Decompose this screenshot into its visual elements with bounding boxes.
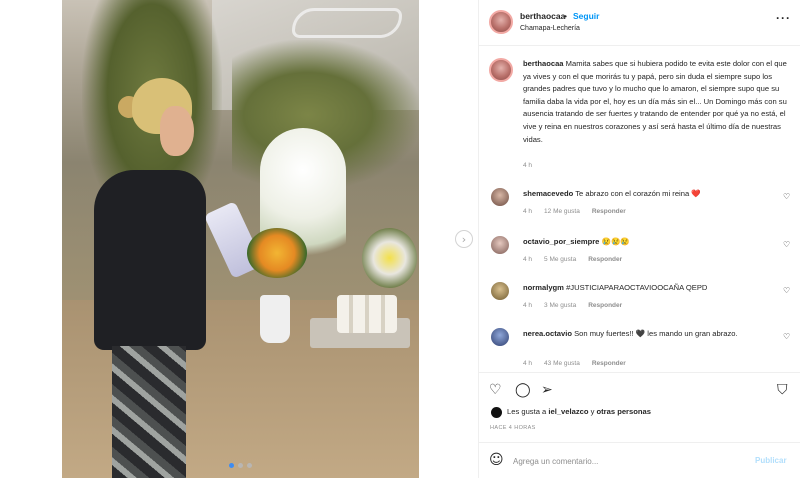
- smiley-icon[interactable]: ☺: [489, 452, 504, 468]
- photo-woman-torso: [94, 170, 206, 350]
- comment-username[interactable]: nerea.octavio: [523, 329, 572, 338]
- publish-button[interactable]: Publicar: [755, 456, 787, 465]
- comment-username[interactable]: normalygm: [523, 283, 564, 292]
- comment-body: shemacevedo Te abrazo con el corazón mi …: [523, 188, 773, 199]
- comment-time: 4 h: [523, 302, 533, 309]
- reply-button[interactable]: Responder: [588, 256, 622, 263]
- comment-text: #JUSTICIAPARAOCTAVIOOCAÑA QEPD: [566, 283, 708, 292]
- comment-time: 4 h: [523, 256, 533, 263]
- likes-summary: Les gusta a iel_velazco y otras personas: [489, 406, 789, 420]
- photo-candles: [337, 295, 397, 333]
- instagram-post: › berthaocaa • Seguir Chamapa-Lechería ·…: [0, 0, 800, 478]
- post-time: HACE 4 HORAS: [490, 425, 536, 431]
- likes-suffix: y: [588, 407, 597, 416]
- comment-time: 4 h: [523, 208, 533, 215]
- heart-icon[interactable]: ♡: [783, 286, 790, 295]
- comment: normalygm #JUSTICIAPARAOCTAVIOOCAÑA QEPD…: [479, 280, 800, 326]
- photo-woman: [82, 78, 212, 478]
- reply-button[interactable]: Responder: [592, 208, 626, 215]
- comment-meta: 4 h 3 Me gusta Responder: [523, 302, 622, 309]
- comment-text: 😢😢😢: [601, 237, 630, 246]
- likes-prefix: Les gusta a: [507, 407, 549, 416]
- comment-icon[interactable]: ◯: [515, 382, 531, 398]
- comment-likes[interactable]: 3 Me gusta: [544, 302, 576, 309]
- comment-likes[interactable]: 5 Me gusta: [544, 256, 576, 263]
- comment-body: octavio_por_siempre 😢😢😢: [523, 236, 773, 247]
- comment-text: Te abrazo con el corazón mi reina ❤️: [575, 189, 701, 198]
- reply-button[interactable]: Responder: [588, 302, 622, 309]
- likes-text[interactable]: Les gusta a iel_velazco y otras personas: [507, 407, 651, 416]
- caption-text: berthaocaa Mamita sabes que si hubiera p…: [523, 58, 793, 146]
- liker-avatar[interactable]: [491, 407, 502, 418]
- comment-body: nerea.octavio Son muy fuertes!! 🖤 les ma…: [523, 328, 773, 339]
- comment-avatar[interactable]: [491, 328, 509, 346]
- post-header: berthaocaa • Seguir Chamapa-Lechería ···: [479, 0, 800, 46]
- next-image-button[interactable]: ›: [455, 230, 473, 248]
- heart-icon[interactable]: ♡: [783, 332, 790, 341]
- photo-flowers: [247, 228, 307, 278]
- bookmark-icon[interactable]: ⛉: [777, 382, 788, 398]
- carousel-dot: [229, 463, 234, 468]
- photo-flowers: [362, 228, 417, 288]
- likes-others[interactable]: otras personas: [597, 407, 651, 416]
- comment: octavio_por_siempre 😢😢😢 4 h 5 Me gusta R…: [479, 234, 800, 280]
- comment-likes[interactable]: 43 Me gusta: [544, 360, 580, 367]
- post-media: ›: [0, 0, 478, 478]
- comment-username[interactable]: shemacevedo: [523, 189, 573, 198]
- header-username[interactable]: berthaocaa: [520, 11, 565, 21]
- action-bar: ♡ ◯ ➢ ⛉: [479, 372, 800, 406]
- heart-icon[interactable]: ♡: [783, 240, 790, 249]
- comment-avatar[interactable]: [491, 236, 509, 254]
- chevron-right-icon: ›: [461, 232, 467, 246]
- comment-meta: 4 h 12 Me gusta Responder: [523, 208, 626, 215]
- heart-icon[interactable]: ♡: [783, 192, 790, 201]
- carousel-dots: [62, 463, 419, 468]
- liker-username[interactable]: iel_velazco: [548, 407, 588, 416]
- more-horizontal-icon[interactable]: ···: [776, 11, 791, 25]
- photo-woman-legs: [112, 346, 186, 478]
- comment-text: Son muy fuertes!! 🖤 les mando un gran ab…: [574, 329, 738, 338]
- caption-username[interactable]: berthaocaa: [523, 59, 564, 68]
- comment-likes[interactable]: 12 Me gusta: [544, 208, 580, 215]
- comment: shemacevedo Te abrazo con el corazón mi …: [479, 186, 800, 232]
- add-comment-bar: ☺ Publicar: [479, 442, 800, 478]
- comment-input[interactable]: [513, 453, 743, 469]
- photo-woman-face: [160, 106, 194, 156]
- carousel-dot: [238, 463, 243, 468]
- share-icon[interactable]: ➢: [541, 382, 553, 398]
- avatar[interactable]: [489, 10, 513, 34]
- post-sidebar: berthaocaa • Seguir Chamapa-Lechería ···…: [478, 0, 800, 478]
- caption-avatar[interactable]: [489, 58, 513, 82]
- follow-button[interactable]: Seguir: [573, 11, 599, 21]
- caption-body: Mamita sabes que si hubiera podido te ev…: [523, 59, 787, 144]
- photo-vase: [260, 295, 290, 343]
- comment-avatar[interactable]: [491, 282, 509, 300]
- location-link[interactable]: Chamapa-Lechería: [520, 25, 580, 32]
- carousel-dot: [247, 463, 252, 468]
- comment-avatar[interactable]: [491, 188, 509, 206]
- comment-username[interactable]: octavio_por_siempre: [523, 237, 599, 246]
- comment-time: 4 h: [523, 360, 533, 367]
- comment-body: normalygm #JUSTICIAPARAOCTAVIOOCAÑA QEPD: [523, 282, 773, 293]
- comment-meta: 4 h 43 Me gusta Responder: [523, 360, 626, 367]
- comment: nerea.octavio Son muy fuertes!! 🖤 les ma…: [479, 326, 800, 372]
- heart-icon[interactable]: ♡: [489, 382, 502, 398]
- post-photo[interactable]: [62, 0, 419, 478]
- photo-graffiti: [292, 8, 402, 38]
- caption-time: 4 h: [523, 162, 533, 169]
- comment-meta: 4 h 5 Me gusta Responder: [523, 256, 622, 263]
- reply-button[interactable]: Responder: [592, 360, 626, 367]
- header-separator: •: [564, 11, 567, 21]
